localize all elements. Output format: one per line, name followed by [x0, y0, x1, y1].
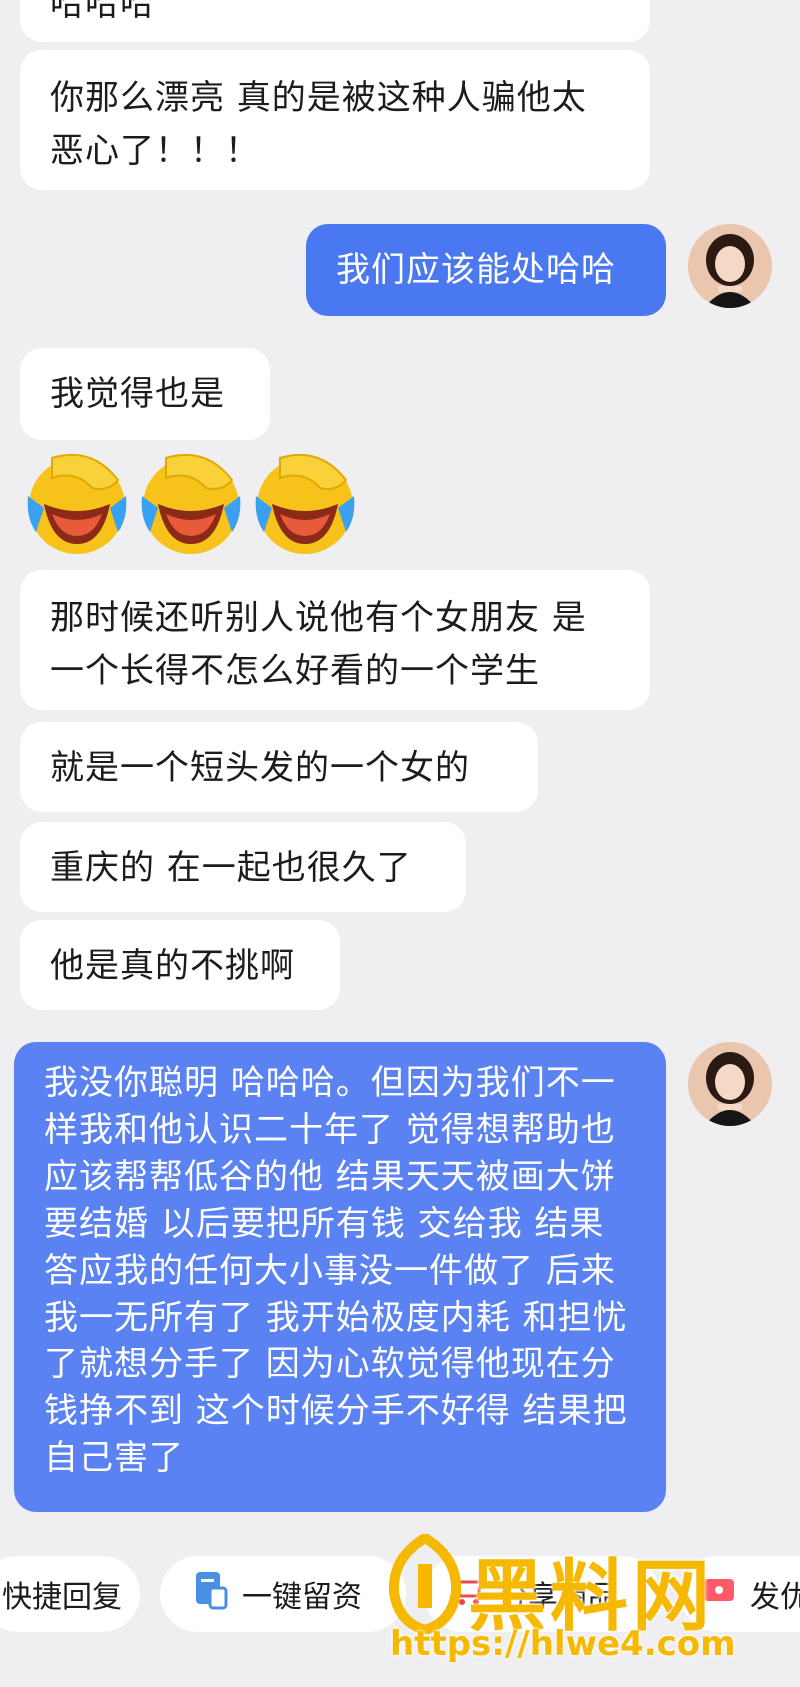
avatar-icon	[688, 224, 772, 308]
facepalm-crying-laugh-emoji	[255, 453, 355, 554]
form-icon	[194, 1570, 228, 1618]
message-bubble-partial: 哈哈哈	[20, 0, 650, 42]
avatar-icon	[688, 1042, 772, 1126]
quick-action-bar: 快捷回复 一键留资 分享商品 发优	[0, 1548, 800, 1687]
message-text: 就是一个短头发的一个女的	[50, 748, 470, 788]
message-text: 哈哈哈	[50, 0, 155, 24]
send-coupon-button[interactable]: 发优	[680, 1556, 800, 1632]
message-text: 我觉得也是	[50, 374, 225, 414]
coupon-icon	[702, 1573, 736, 1615]
message-bubble: 他是真的不挑啊	[20, 920, 340, 1010]
message-bubble: 就是一个短头发的一个女的	[20, 722, 538, 812]
message-text: 我们应该能处哈哈	[336, 250, 616, 290]
share-product-label: 分享商品	[498, 1580, 618, 1615]
facepalm-crying-laugh-emoji	[141, 453, 241, 554]
avatar[interactable]	[688, 224, 772, 308]
message-bubble: 你那么漂亮 真的是被这种人骗他太恶心了！！！	[20, 50, 650, 190]
message-bubble: 重庆的 在一起也很久了	[20, 822, 466, 912]
message-text: 你那么漂亮 真的是被这种人骗他太恶心了！！！	[50, 78, 587, 171]
facepalm-crying-laugh-emoji	[27, 453, 127, 554]
cart-icon	[448, 1572, 484, 1616]
message-bubble-own: 我没你聪明 哈哈哈。但因为我们不一样我和他认识二十年了 觉得想帮助也应该帮帮低谷…	[14, 1042, 666, 1512]
one-click-lead-label: 一键留资	[242, 1580, 362, 1615]
avatar[interactable]	[688, 1042, 772, 1126]
share-product-button[interactable]: 分享商品	[424, 1556, 660, 1632]
send-coupon-label: 发优	[750, 1580, 800, 1615]
message-bubble-own: 我们应该能处哈哈	[306, 224, 666, 316]
message-text: 重庆的 在一起也很久了	[50, 848, 412, 888]
quick-reply-label: 快捷回复	[2, 1580, 122, 1615]
message-bubble: 那时候还听别人说他有个女朋友 是一个长得不怎么好看的一个学生	[20, 570, 650, 710]
one-click-lead-button[interactable]: 一键留资	[160, 1556, 406, 1632]
message-text: 那时候还听别人说他有个女朋友 是一个长得不怎么好看的一个学生	[50, 598, 587, 691]
message-text: 他是真的不挑啊	[50, 946, 295, 986]
message-text: 我没你聪明 哈哈哈。但因为我们不一样我和他认识二十年了 觉得想帮助也应该帮帮低谷…	[44, 1063, 628, 1479]
message-bubble: 我觉得也是	[20, 348, 270, 440]
quick-reply-button[interactable]: 快捷回复	[0, 1556, 140, 1632]
